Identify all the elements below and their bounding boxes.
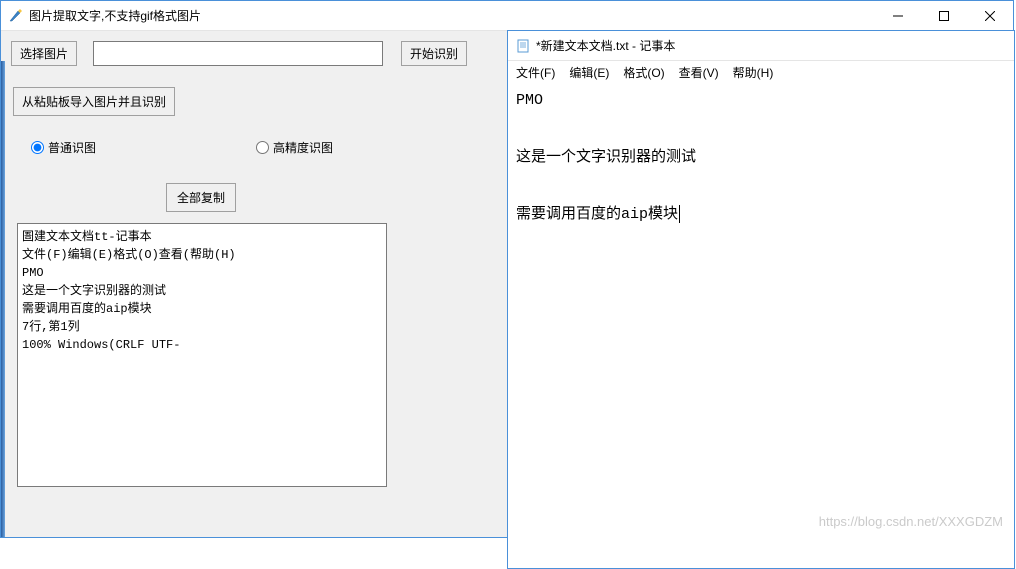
menu-format[interactable]: 格式(O): [623, 64, 664, 81]
radio-high[interactable]: 高精度识图: [256, 139, 333, 156]
text-cursor: [679, 205, 680, 223]
select-image-button[interactable]: 选择图片: [11, 41, 77, 66]
client-area: 选择图片 开始识别 从粘贴板导入图片并且识别 普通识图 高精度识图 全部复制 圄…: [1, 31, 1013, 537]
copy-all-button[interactable]: 全部复制: [166, 183, 236, 212]
paste-recognize-button[interactable]: 从粘贴板导入图片并且识别: [13, 87, 175, 116]
notepad-menubar: 文件(F) 编辑(E) 格式(O) 查看(V) 帮助(H): [508, 61, 1014, 83]
minimize-button[interactable]: [875, 1, 921, 31]
close-button[interactable]: [967, 1, 1013, 31]
menu-file[interactable]: 文件(F): [516, 64, 555, 81]
image-path-input[interactable]: [93, 41, 383, 66]
titlebar[interactable]: 图片提取文字,不支持gif格式图片: [1, 1, 1013, 31]
app-icon: [7, 8, 23, 24]
start-recognize-button[interactable]: 开始识别: [401, 41, 467, 66]
window-controls: [875, 1, 1013, 30]
radio-high-input[interactable]: [256, 141, 269, 154]
menu-help[interactable]: 帮助(H): [733, 64, 774, 81]
notepad-title: *新建文本文档.txt - 记事本: [536, 37, 675, 54]
radio-normal[interactable]: 普通识图: [31, 139, 96, 156]
notepad-text: PMO 这是一个文字识别器的测试 需要调用百度的aip模块: [516, 92, 696, 223]
radio-normal-input[interactable]: [31, 141, 44, 154]
maximize-button[interactable]: [921, 1, 967, 31]
notepad-icon: [516, 39, 530, 53]
radio-normal-label: 普通识图: [48, 139, 96, 156]
menu-view[interactable]: 查看(V): [679, 64, 719, 81]
recognition-mode-group: 普通识图 高精度识图: [31, 139, 333, 156]
main-window: 图片提取文字,不支持gif格式图片 选择图片 开始识别 从粘贴板导入图片并且识别…: [0, 0, 1014, 538]
radio-high-label: 高精度识图: [273, 139, 333, 156]
output-textarea[interactable]: 圄建文本文档tt-记事本 文件(F)编辑(E)格式(O)查看(帮助(H) PMO…: [17, 223, 387, 487]
window-title: 图片提取文字,不支持gif格式图片: [29, 7, 875, 24]
notepad-window: *新建文本文档.txt - 记事本 文件(F) 编辑(E) 格式(O) 查看(V…: [507, 30, 1015, 569]
notepad-content[interactable]: PMO 这是一个文字识别器的测试 需要调用百度的aip模块: [508, 83, 1014, 234]
menu-edit[interactable]: 编辑(E): [569, 64, 609, 81]
left-edge-decoration: [1, 61, 5, 537]
notepad-titlebar[interactable]: *新建文本文档.txt - 记事本: [508, 31, 1014, 61]
